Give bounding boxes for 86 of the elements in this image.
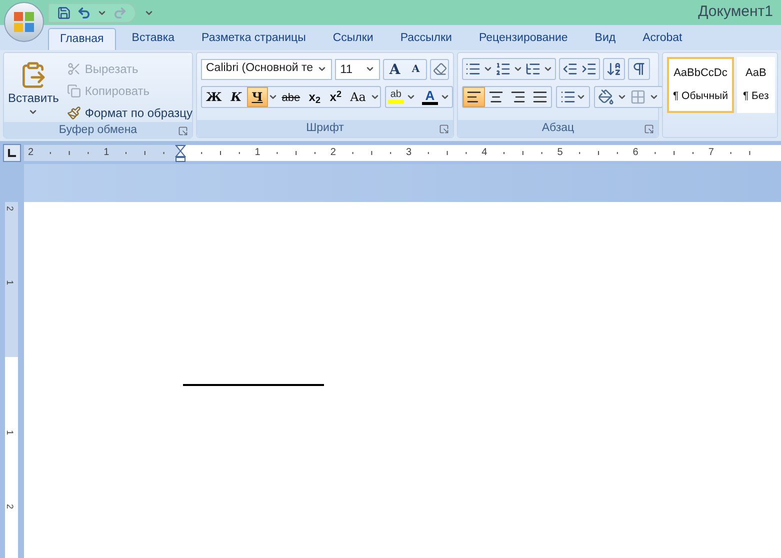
save-icon[interactable] (57, 6, 71, 20)
line-spacing-icon (560, 89, 576, 105)
ribbon-tab[interactable]: Главная (48, 28, 116, 50)
align-icon (488, 89, 504, 105)
format-button[interactable]: Aa (346, 87, 370, 107)
numbered-list-icon[interactable] (495, 61, 511, 77)
undo-icon[interactable] (77, 6, 91, 20)
dialog-launcher-icon[interactable] (644, 124, 654, 134)
bullet-list-icon[interactable] (465, 61, 481, 77)
style-item[interactable]: AaBbCcDc ¶ Обычный (667, 57, 734, 113)
pilcrow-button[interactable] (628, 58, 650, 80)
style-item[interactable]: AaB ¶ Без (736, 57, 775, 113)
font-color-button[interactable]: A (422, 87, 438, 107)
pilcrow-icon (631, 61, 647, 77)
ruler-number: 2 (5, 504, 14, 509)
ribbon-tab[interactable]: Разметка страницы (190, 28, 317, 50)
eraser-icon (432, 62, 447, 76)
decrease-indent-icon[interactable] (562, 61, 578, 77)
group-title: Буфер обмена (58, 122, 138, 138)
format-button[interactable]: abe (278, 87, 304, 107)
ruler-number: 5 (557, 146, 563, 160)
caret-icon (543, 64, 553, 74)
font-size-field[interactable]: 11 (335, 58, 380, 80)
ruler-number: 1 (104, 146, 110, 160)
dialog-launcher-icon[interactable] (439, 124, 449, 134)
ribbon-tab[interactable]: Рассылки (389, 28, 463, 50)
grow-font-button[interactable]: A (384, 60, 406, 78)
tab-stop-icon (8, 149, 16, 157)
format-button[interactable]: Ж (202, 87, 226, 107)
ribbon-tab[interactable]: Вставка (120, 28, 186, 50)
group-title: Шрифт (306, 120, 344, 136)
align-button[interactable] (463, 87, 485, 107)
ruler-number: 1 (254, 146, 260, 160)
shading-icon[interactable] (598, 89, 614, 105)
clear-formatting-button[interactable] (430, 58, 449, 80)
ruler-number: 6 (632, 146, 638, 160)
window-title: Документ1 (698, 2, 773, 22)
caret-icon (483, 64, 493, 74)
caret-icon (513, 64, 523, 74)
caret-icon (649, 92, 659, 102)
sort-icon (606, 61, 622, 77)
caret-icon (28, 107, 38, 117)
clipboard-command[interactable]: Формат по образцу (66, 103, 192, 122)
align-icon (532, 89, 548, 105)
ribbon-tab[interactable]: Acrobat (632, 28, 694, 50)
caret-icon (617, 92, 627, 102)
caret-icon (317, 64, 328, 74)
ruler-number: 4 (482, 146, 488, 160)
ribbon-tab[interactable]: Рецензирование (468, 28, 579, 50)
ruler-number: 3 (406, 146, 412, 160)
group-title: Абзац (542, 120, 574, 136)
format-button[interactable]: К (226, 87, 247, 107)
paintbrush-icon (66, 106, 81, 120)
align-icon (466, 89, 482, 105)
highlight-button[interactable]: ab (388, 87, 404, 107)
ribbon-tab[interactable]: Вид (584, 28, 627, 50)
align-icon (510, 89, 526, 105)
indent-marker-icon[interactable] (175, 145, 186, 162)
ruler-number: 2 (330, 146, 336, 160)
scissors-icon (66, 62, 81, 76)
sort-button[interactable] (603, 58, 625, 80)
caret-icon (406, 92, 416, 102)
caret-icon (440, 92, 450, 102)
ruler-number: 2 (5, 206, 14, 211)
format-button[interactable]: x$_{2}$ (304, 87, 326, 107)
line-spacing-button[interactable] (556, 86, 590, 108)
ruler-number: 1 (5, 280, 14, 285)
format-button[interactable]: Ч (246, 87, 268, 107)
ruler-number: 1 (5, 430, 14, 435)
ruler-number: 2 (28, 146, 34, 160)
multilevel-list-icon[interactable] (525, 61, 541, 77)
caret-icon (370, 92, 380, 102)
caret-icon (268, 92, 278, 102)
office-logo-icon (13, 11, 35, 33)
copy-icon (66, 84, 81, 98)
tab-selector-button[interactable] (3, 144, 21, 162)
font-name-field[interactable]: Calibri (Основной те (201, 58, 332, 80)
caret-icon (576, 92, 586, 102)
increase-indent-icon[interactable] (581, 61, 597, 77)
dialog-launcher-icon[interactable] (178, 126, 188, 136)
format-button[interactable]: x$^{2}$ (325, 87, 346, 107)
ribbon-tab[interactable]: Ссылки (322, 28, 384, 50)
ruler-number: 7 (708, 146, 714, 160)
paste-button[interactable]: Вставить (8, 57, 59, 122)
shrink-font-button[interactable]: A (405, 60, 426, 78)
caret-icon (365, 64, 376, 74)
